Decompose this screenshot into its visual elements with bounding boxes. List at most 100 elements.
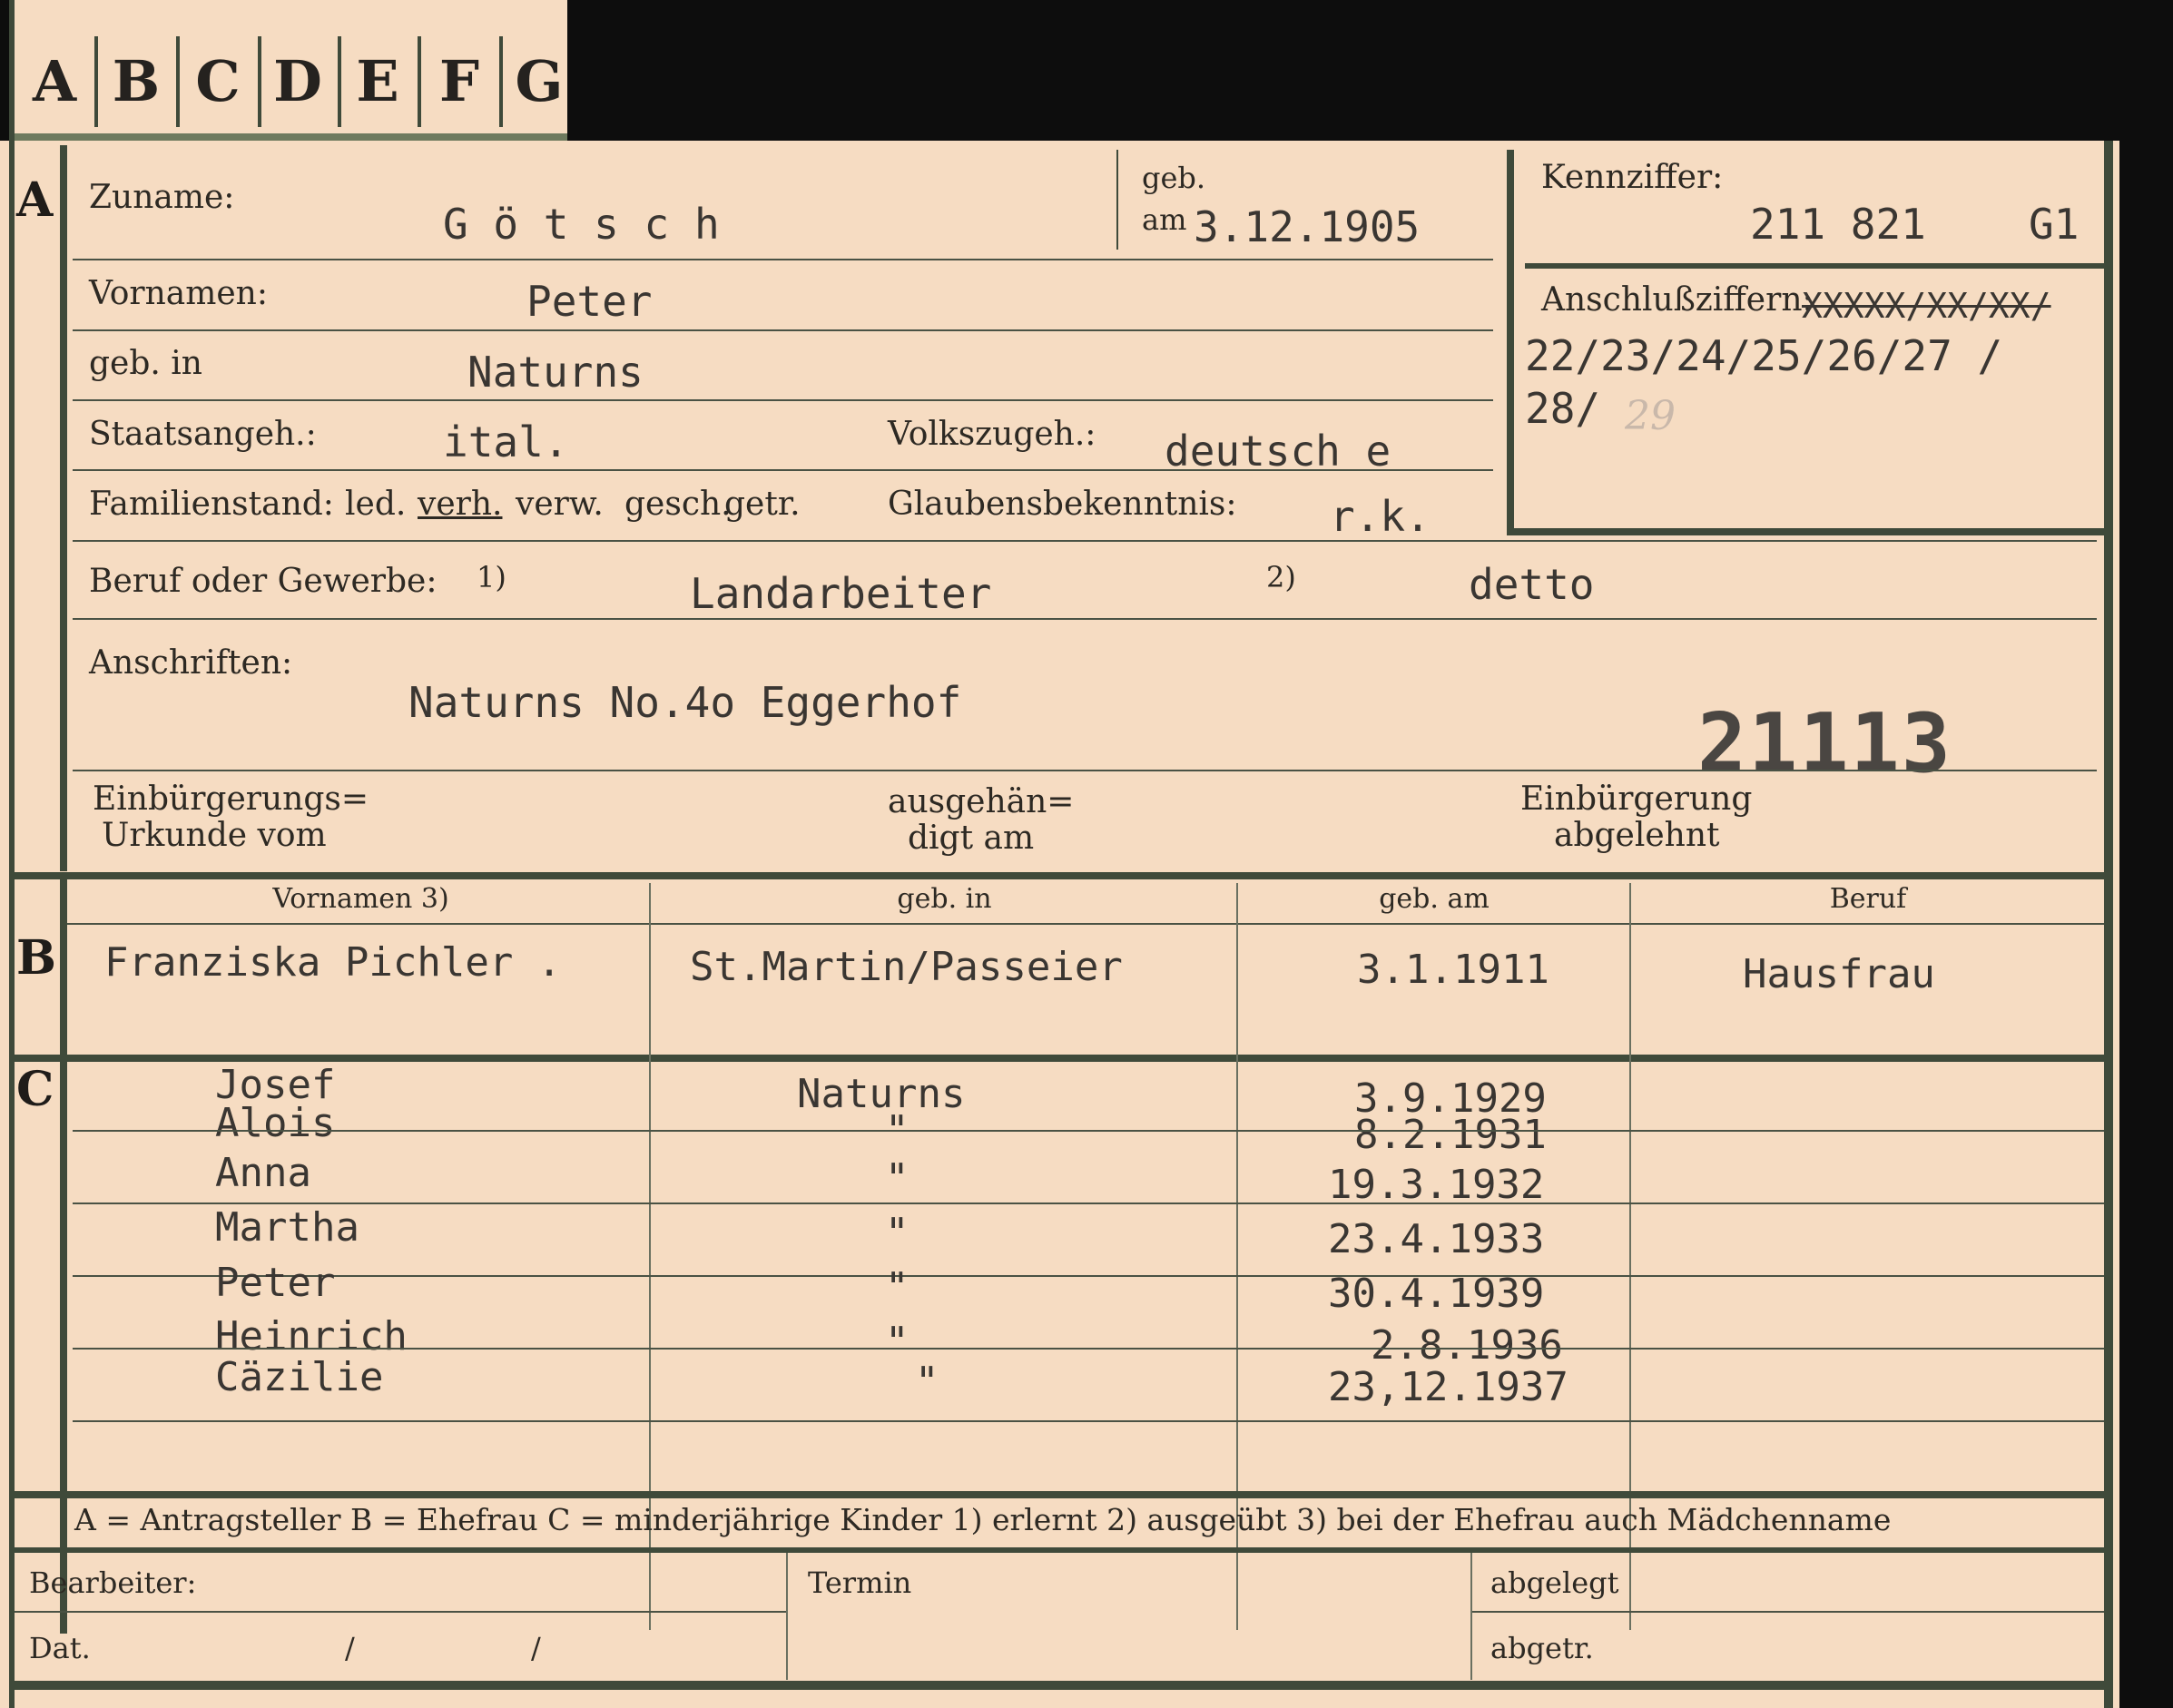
familien-option-gesch: gesch.: [624, 486, 732, 523]
anschluss-struck: XXXXX/XX/XX/: [1802, 286, 2051, 326]
tab-e: E: [338, 36, 421, 127]
legend-text: A = Antragsteller B = Ehefrau C = minder…: [74, 1502, 1892, 1537]
zuname-value: G ö t s c h: [443, 200, 720, 249]
anschluss-label: Anschlußziffern:: [1541, 281, 1814, 319]
left-border: [9, 141, 15, 1708]
section-c-top-rule: [9, 1055, 2106, 1062]
c-name-7: Cäzilie: [215, 1354, 384, 1400]
volks-label: Volkszugeh.:: [888, 416, 1096, 453]
geb-divider: [1116, 150, 1118, 250]
c-name-2: Alois: [215, 1100, 336, 1146]
familien-option-led: led.: [345, 486, 407, 523]
bearbeiter-label: Bearbeiter:: [29, 1566, 197, 1600]
einb-urkunde-line-1: Einbürgerungs=: [93, 780, 369, 818]
tab-f: F: [419, 36, 503, 127]
stamp-number: 21113: [1697, 696, 1952, 791]
am-label: am: [1142, 202, 1187, 237]
rule-6: [73, 618, 2097, 620]
tab-c: C: [178, 36, 261, 127]
kennziffer-suffix: G1: [2029, 200, 2080, 249]
tab-b: B: [96, 36, 180, 127]
c-gebin-3: ": [885, 1155, 910, 1202]
c-name-5: Peter: [215, 1260, 336, 1306]
dat-label: Dat.: [29, 1631, 91, 1665]
c-gebin-1: Naturns: [797, 1071, 966, 1117]
c-gebin-5: ": [885, 1264, 910, 1310]
section-a-marker: A: [16, 172, 54, 228]
footer-rule-right: [1472, 1611, 2104, 1613]
card-bottom-rule: [9, 1681, 2106, 1690]
b-header-rule: [67, 923, 2104, 925]
c-rule-2: [73, 1202, 2104, 1204]
b-header-beruf: Beruf: [1829, 883, 1907, 915]
tab-d: D: [258, 36, 341, 127]
familien-option-getr: getr.: [724, 486, 801, 523]
ausgehaen-line-2: digt am: [908, 820, 1035, 857]
c-gebam-3: 19.3.1932: [1328, 1162, 1545, 1208]
einb-abgelehnt-line-2: abgelehnt: [1554, 817, 1720, 854]
tab-a: A: [15, 36, 98, 127]
legend-bottom-rule: [9, 1547, 2106, 1553]
c-rule-5: [73, 1420, 2104, 1422]
rule-7: [73, 770, 2097, 771]
rule-5: [73, 540, 2097, 542]
zuname-label: Zuname:: [89, 179, 235, 216]
einb-abgelehnt-line-1: Einbürgerung: [1520, 780, 1753, 818]
familien-option-verh: verh.: [418, 486, 503, 523]
c-gebin-7: ": [915, 1359, 939, 1405]
footer-divider-1: [786, 1553, 788, 1680]
beruf-note-1: 1): [477, 560, 506, 594]
beruf-value-1: Landarbeiter: [690, 569, 992, 618]
geb-am-value: 3.12.1905: [1194, 202, 1421, 251]
rule-1: [73, 259, 1493, 260]
section-c-marker: C: [16, 1062, 54, 1117]
section-a-divider: [60, 145, 67, 871]
rule-4: [73, 469, 1493, 471]
einb-urkunde-line-2: Urkunde vom: [102, 817, 327, 854]
c-gebam-5: 30.4.1939: [1328, 1271, 1545, 1317]
familien-label: Familienstand:: [89, 486, 334, 523]
registration-card: A Zuname: G ö t s c h geb. am 3.12.1905 …: [0, 141, 2119, 1708]
abgetr-label: abgetr.: [1490, 1631, 1594, 1665]
c-gebam-2: 8.2.1931: [1354, 1112, 1547, 1158]
right-border: [2104, 141, 2113, 1708]
familien-option-verw: verw.: [516, 486, 604, 523]
gebin-label: geb. in: [89, 345, 202, 382]
anschluss-faint: 29: [1625, 393, 1676, 439]
anschluss-line-2: 28/: [1525, 384, 1601, 433]
geb-label: geb.: [1142, 161, 1206, 195]
beruf-value-2: detto: [1469, 560, 1595, 609]
ausgehaen-line-1: ausgehän=: [888, 783, 1075, 820]
gebin-value: Naturns: [467, 348, 644, 397]
c-gebam-4: 23.4.1933: [1328, 1216, 1545, 1262]
section-b-top-rule: [9, 872, 2106, 879]
footer-divider-2: [1470, 1553, 1472, 1680]
abgelegt-label: abgelegt: [1490, 1566, 1619, 1600]
c-gebin-6: ": [885, 1319, 910, 1365]
anschluss-line-1: 22/23/24/25/26/27 /: [1525, 331, 2003, 380]
c-name-3: Anna: [215, 1150, 311, 1196]
staats-label: Staatsangeh.:: [89, 416, 317, 453]
tab-g: G: [515, 48, 564, 114]
c-rule-1: [73, 1130, 2104, 1132]
glauben-label: Glaubensbekenntnis:: [888, 486, 1237, 523]
volks-value: deutsch e: [1165, 427, 1391, 476]
c-gebam-6: 2.8.1936: [1371, 1322, 1563, 1369]
c-gebin-4: ": [885, 1210, 910, 1256]
rule-3: [73, 399, 1493, 401]
dat-separator-2: /: [531, 1631, 541, 1665]
staats-value: ital.: [443, 417, 569, 466]
index-tab-strip: A B C D E F G: [9, 0, 567, 141]
b-header-gebam: geb. am: [1379, 883, 1490, 915]
footer-rule-left: [15, 1611, 786, 1613]
c-name-4: Martha: [215, 1204, 359, 1251]
termin-label: Termin: [808, 1566, 912, 1600]
b-gebin-value: St.Martin/Passeier: [690, 944, 1123, 990]
anschriften-label: Anschriften:: [89, 644, 293, 682]
legend-top-rule: [9, 1491, 2106, 1498]
c-rule-4: [73, 1348, 2104, 1350]
kennziffer-value: 211 821: [1750, 200, 1926, 249]
beruf-note-2: 2): [1266, 560, 1296, 594]
beruf-label: Beruf oder Gewerbe:: [89, 563, 438, 600]
c-rule-3: [73, 1275, 2104, 1277]
